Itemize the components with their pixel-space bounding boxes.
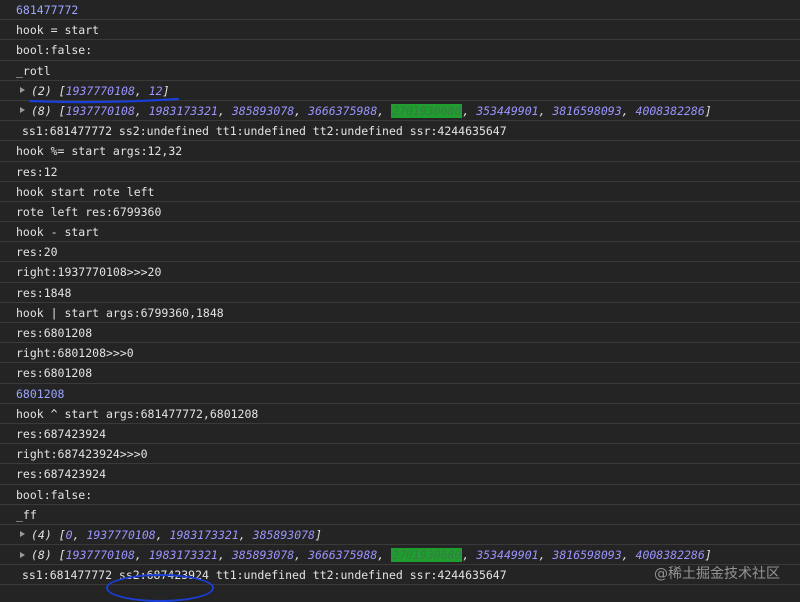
array-value: 385893078 <box>231 548 295 563</box>
console-log-line: hook - start <box>0 222 800 243</box>
expand-triangle-icon[interactable] <box>20 531 25 538</box>
expand-triangle-icon[interactable] <box>20 551 25 558</box>
console-log-line: res:12 <box>0 162 800 182</box>
console-log-line: _rotl <box>0 61 800 81</box>
console-log-line: rote left res:6799360 <box>0 202 800 223</box>
console-log-line: hook | start args:6799360,1848 <box>0 303 800 323</box>
array-length: (8) <box>31 548 52 563</box>
console-log-line: _ff <box>0 505 800 525</box>
array-value: 1983173321 <box>148 103 218 118</box>
console-log-line: right:6801208>>>0 <box>0 343 800 364</box>
console-number-line: 681477772 <box>0 0 800 21</box>
array-value: 353449901 <box>476 103 539 118</box>
highlighted-array-value: 2701930680 <box>391 103 463 118</box>
array-value: 385893078 <box>231 103 295 118</box>
array-value: 1983173321 <box>169 527 239 542</box>
console-array-line[interactable]: (2) [1937770108, 12] <box>0 81 800 101</box>
watermark: @稀土掘金技术社区 <box>654 566 780 582</box>
console-log-line: res:1848 <box>0 283 800 303</box>
array-value: 3816598093 <box>552 548 622 563</box>
expand-triangle-icon[interactable] <box>20 87 25 94</box>
array-value: 4008382286 <box>635 548 705 563</box>
console-log-line: bool:false: <box>0 40 800 61</box>
array-value: 4008382286 <box>635 103 705 118</box>
console-log-line: res:6801208 <box>0 323 800 344</box>
highlighted-array-value: 2701930680 <box>391 548 463 563</box>
console-log-line: hook ^ start args:681477772,6801208 <box>0 404 800 424</box>
console-log-line: res:687423924 <box>0 464 800 485</box>
array-value: 0 <box>65 527 73 542</box>
array-value: 1937770108 <box>65 83 135 98</box>
array-value: 12 <box>148 83 163 98</box>
array-value: 353449901 <box>476 548 539 563</box>
expand-triangle-icon[interactable] <box>20 107 25 114</box>
array-value: 3816598093 <box>552 103 622 118</box>
console-log-line: bool:false: <box>0 485 800 505</box>
array-length: (4) <box>31 527 52 542</box>
console-log-line: right:687423924>>>0 <box>0 444 800 465</box>
array-value: 1937770108 <box>65 103 135 118</box>
console-log-line: hook start rote left <box>0 182 800 202</box>
array-value: 3666375988 <box>308 548 378 563</box>
array-value: 1937770108 <box>86 527 156 542</box>
console-log-line: hook %= start args:12,32 <box>0 141 800 162</box>
devtools-console: 681477772 hook = start bool:false: _rotl (2)… <box>0 0 800 602</box>
array-value: 1937770108 <box>65 548 135 563</box>
console-log-line: res:687423924 <box>0 424 800 445</box>
array-length: (8) <box>31 103 52 118</box>
array-value: 3666375988 <box>308 103 378 118</box>
console-log-line: res:6801208 <box>0 363 800 384</box>
array-value: 385893078 <box>252 527 315 542</box>
array-value: 1983173321 <box>148 548 218 563</box>
console-array-line[interactable]: (4) [0, 1937770108, 1983173321, 38589307… <box>0 525 800 546</box>
array-length: (2) <box>31 83 52 98</box>
console-state-line: ss1:681477772 ss2:undefined tt1:undefine… <box>0 121 800 142</box>
console-number-line: 6801208 <box>0 384 800 404</box>
console-array-line[interactable]: (8) [1937770108, 1983173321, 385893078, … <box>0 101 800 122</box>
console-log-line: hook = start <box>0 20 800 41</box>
console-log-line: res:20 <box>0 242 800 263</box>
console-log-line: right:1937770108>>>20 <box>0 262 800 283</box>
